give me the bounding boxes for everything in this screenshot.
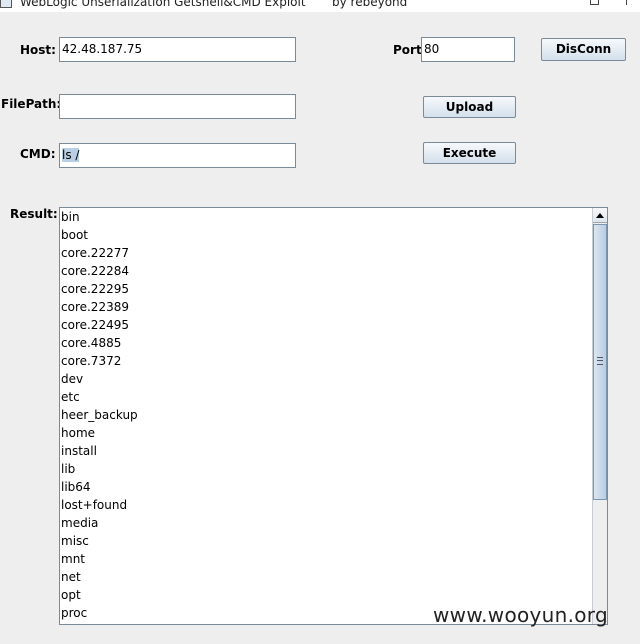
- upload-button[interactable]: Upload: [423, 96, 516, 118]
- grip-icon: [597, 357, 603, 365]
- result-line: core.4885: [61, 336, 122, 350]
- result-line: heer_backup: [61, 408, 138, 422]
- result-line: home: [61, 426, 96, 440]
- window-author: by rebeyond: [332, 0, 408, 9]
- title-bar: WebLogic Unserialization Getshell&CMD Ex…: [0, 0, 640, 12]
- result-line: misc: [61, 534, 89, 548]
- host-label: Host:: [20, 43, 56, 57]
- result-line: boot: [61, 228, 89, 242]
- maximize-icon[interactable]: [590, 0, 599, 5]
- app-icon: [0, 0, 12, 8]
- scroll-up-button[interactable]: [593, 208, 607, 223]
- scroll-thumb[interactable]: [593, 224, 607, 500]
- result-line: core.22295: [61, 282, 129, 296]
- filepath-input[interactable]: [59, 94, 296, 119]
- result-line: core.22284: [61, 264, 129, 278]
- result-line: core.22389: [61, 300, 129, 314]
- arrow-up-icon: [596, 213, 604, 218]
- close-icon[interactable]: [626, 0, 635, 5]
- result-line: core.22495: [61, 318, 129, 332]
- result-line: proc: [61, 606, 88, 620]
- result-line: core.22277: [61, 246, 129, 260]
- cmd-input-value: ls /: [62, 148, 80, 162]
- result-line: lib: [61, 462, 76, 476]
- disconn-button[interactable]: DisConn: [541, 38, 626, 61]
- result-line: bin: [61, 210, 80, 224]
- port-input[interactable]: 80: [421, 37, 515, 62]
- result-line: install: [61, 444, 97, 458]
- result-line: mnt: [61, 552, 85, 566]
- result-line: media: [61, 516, 99, 530]
- result-line: opt: [61, 588, 81, 602]
- window-title: WebLogic Unserialization Getshell&CMD Ex…: [20, 0, 306, 9]
- result-line: lib64: [61, 480, 91, 494]
- result-line: etc: [61, 390, 80, 404]
- result-line: net: [61, 570, 81, 584]
- watermark: www.wooyun.org: [433, 603, 608, 627]
- result-line: core.7372: [61, 354, 122, 368]
- host-input[interactable]: 42.48.187.75: [59, 37, 296, 62]
- result-textarea[interactable]: bin boot core.22277 core.22284 core.22295 cor…: [59, 207, 608, 625]
- filepath-label: FilePath:: [1, 97, 62, 111]
- result-line: dev: [61, 372, 84, 386]
- result-list: bin boot core.22277 core.22284 core.22295 cor…: [61, 208, 138, 622]
- result-scrollbar[interactable]: [592, 208, 607, 624]
- result-label: Result:: [10, 207, 58, 221]
- cmd-label: CMD:: [20, 147, 56, 161]
- execute-button[interactable]: Execute: [423, 142, 516, 164]
- result-line: lost+found: [61, 498, 128, 512]
- cmd-input[interactable]: ls /: [59, 143, 296, 168]
